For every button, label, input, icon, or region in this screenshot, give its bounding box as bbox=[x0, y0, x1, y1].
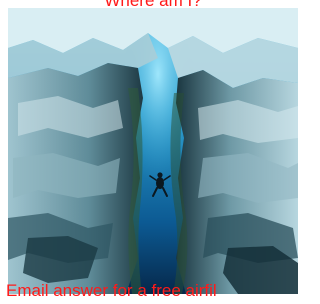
cave-photo bbox=[8, 8, 298, 294]
caption-top: Where am I? bbox=[104, 0, 202, 10]
cave-illustration bbox=[8, 8, 298, 294]
caption-bottom: Email answer for a free airfil bbox=[6, 281, 217, 300]
